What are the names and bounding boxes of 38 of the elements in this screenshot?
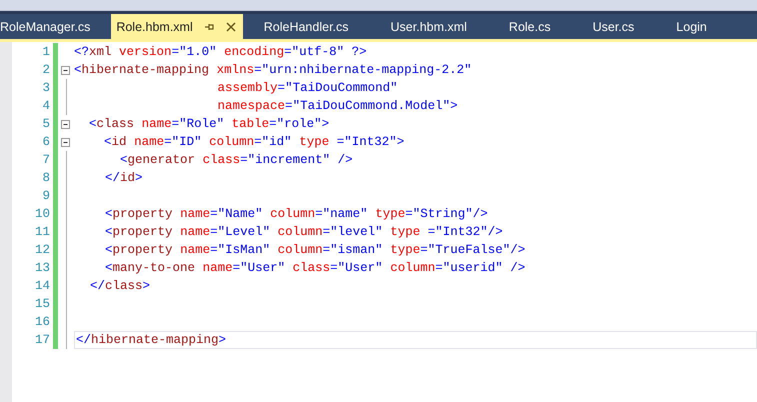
line-number: 1 bbox=[41, 45, 50, 59]
line-number: 12 bbox=[34, 243, 50, 257]
code-line: <class name="Role" table="role"> bbox=[88, 116, 330, 133]
code-line: <id name="ID" column="id" type ="Int32"> bbox=[103, 134, 406, 151]
line-number: 5 bbox=[41, 117, 50, 131]
file-tab[interactable]: RoleManager.cs bbox=[0, 14, 112, 39]
code-line: </id> bbox=[104, 170, 144, 187]
file-tab[interactable]: Role.hbm.xml bbox=[111, 14, 243, 39]
code-line: namespace="TaiDouCommond.Model"> bbox=[216, 98, 459, 115]
line-number: 13 bbox=[34, 261, 50, 275]
file-tab[interactable]: RoleHandler.cs bbox=[242, 14, 370, 39]
code-line: assembly="TaiDouCommond" bbox=[216, 80, 399, 97]
line-number: 7 bbox=[41, 153, 50, 167]
line-number: 10 bbox=[34, 207, 50, 221]
line-number: 17 bbox=[34, 333, 50, 347]
line-number: 2 bbox=[41, 63, 50, 77]
line-number: 4 bbox=[41, 99, 50, 113]
code-line: <property name="IsMan" column="isman" type="TrueFalse"/> bbox=[104, 242, 526, 259]
code-line: <property name="Name" column="name" type="String"/> bbox=[104, 206, 489, 223]
line-number: 6 bbox=[41, 135, 50, 149]
code-line: <many-to-one name="User" class="User" column="userid" /> bbox=[104, 260, 526, 277]
line-number: 15 bbox=[34, 297, 50, 311]
line-number: 9 bbox=[41, 189, 50, 203]
code-line: <property name="Level" column="level" type ="Int32"/> bbox=[104, 224, 504, 241]
line-number: 8 bbox=[41, 171, 50, 185]
code-line: </class> bbox=[89, 278, 152, 295]
file-tab[interactable]: Role.cs bbox=[488, 14, 572, 39]
line-number: 3 bbox=[41, 81, 50, 95]
file-tab[interactable]: Login bbox=[655, 14, 728, 39]
code-line: <?xml version="1.0" encoding="utf-8" ?> bbox=[73, 44, 368, 61]
code-line: <generator class="increment" /> bbox=[119, 152, 354, 169]
line-number: 16 bbox=[34, 315, 50, 329]
line-number: 14 bbox=[34, 279, 50, 293]
line-number: 11 bbox=[34, 225, 50, 239]
file-tab[interactable]: User.cs bbox=[572, 14, 656, 39]
file-tab[interactable]: User.hbm.xml bbox=[370, 14, 488, 39]
close-icon[interactable] bbox=[224, 20, 237, 32]
code-line: <hibernate-mapping xmlns="urn:nhibernate-mapping-2.2" bbox=[73, 62, 473, 79]
